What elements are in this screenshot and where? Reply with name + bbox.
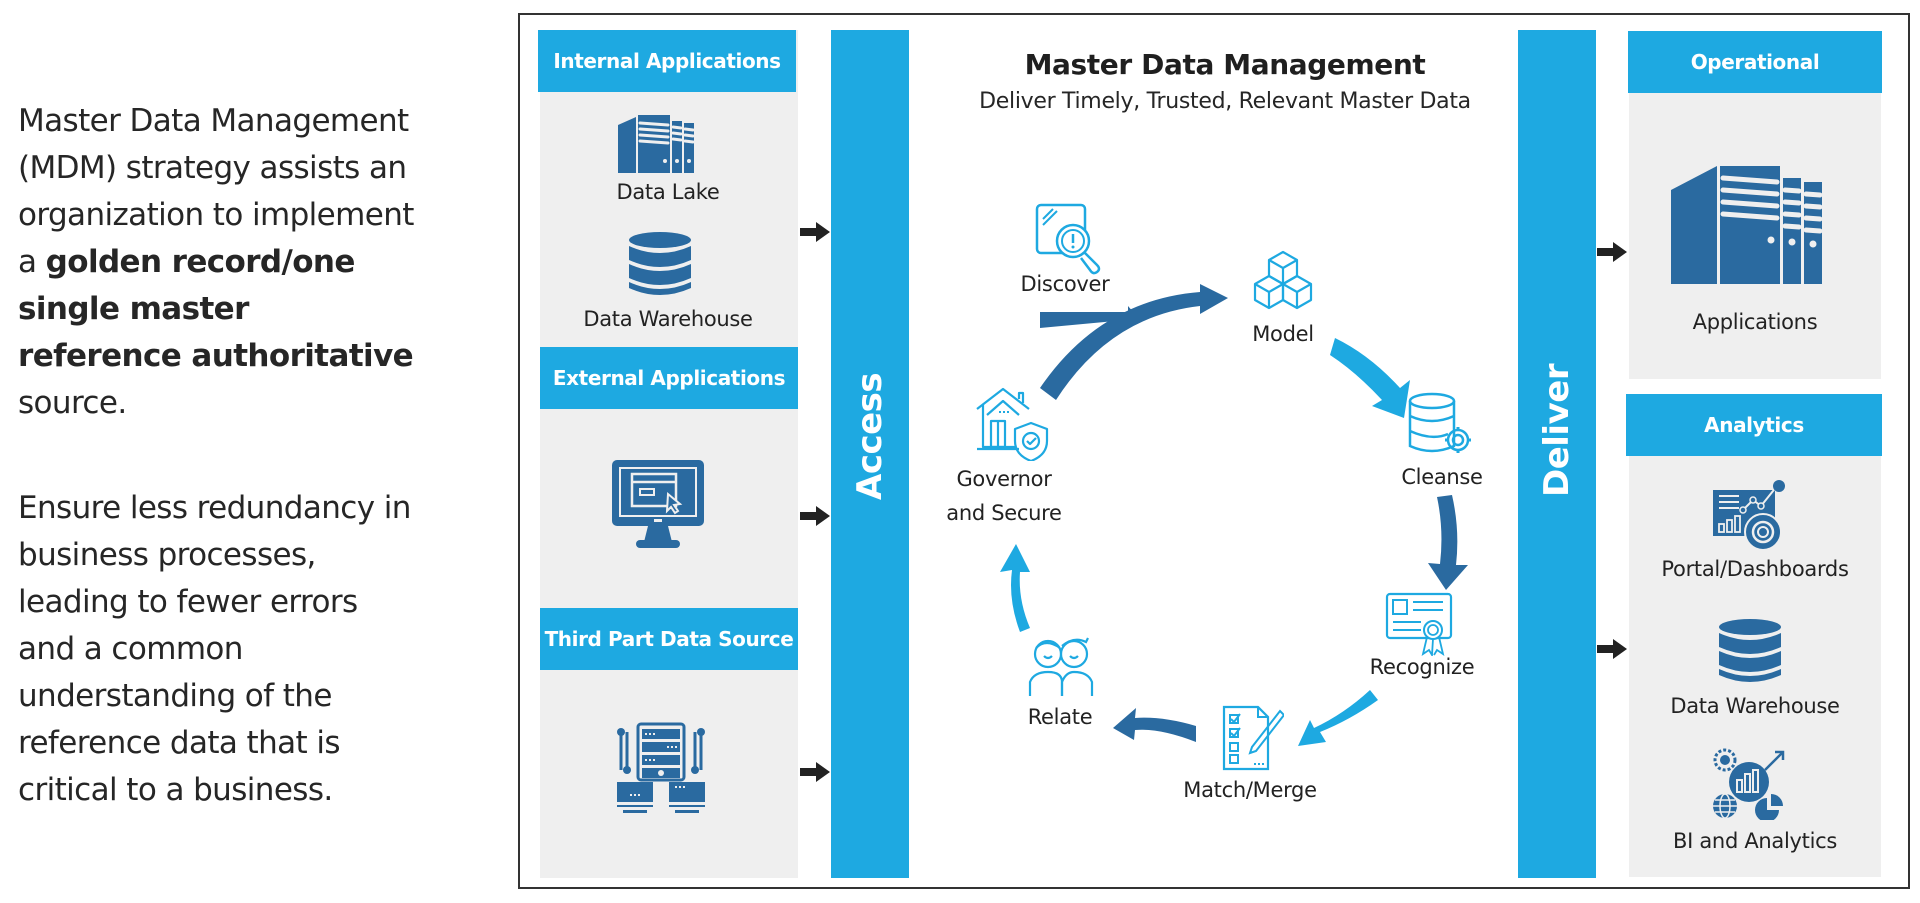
people-icon (1028, 636, 1096, 698)
bi-analytics-icon (1713, 748, 1789, 820)
arrow-recognize-to-match (1298, 690, 1378, 746)
cycle-label-relate: Relate (1027, 705, 1093, 729)
cycle-label-match-merge: Match/Merge (1183, 778, 1317, 802)
database-gear-icon (1408, 392, 1476, 458)
arrow-match-to-relate (1113, 708, 1196, 742)
deliver-label: Deliver (1537, 363, 1577, 497)
bi-analytics-label: BI and Analytics (1672, 829, 1838, 853)
cycle-label-recognize: Recognize (1369, 655, 1475, 679)
cycle-label-discover: Discover (1020, 272, 1110, 296)
operational-header: Operational (1628, 31, 1882, 93)
arrow-discover-to-model (1040, 284, 1228, 400)
database-icon (1718, 619, 1782, 683)
arrow-cleanse-to-recognize (1428, 495, 1468, 590)
cubes-icon (1247, 250, 1319, 316)
applications-label: Applications (1692, 310, 1818, 334)
cycle-label-governor-line1: Governor (956, 467, 1052, 491)
arrow-model-to-cleanse (1330, 338, 1410, 418)
house-shield-icon (975, 385, 1051, 461)
cycle-label-governor-line2: and Secure (946, 501, 1062, 525)
data-warehouse-output-label: Data Warehouse (1670, 694, 1840, 718)
cycle-label-model: Model (1252, 322, 1314, 346)
arrow-relate-to-governor (1000, 544, 1030, 632)
analytics-header: Analytics (1626, 394, 1882, 456)
checklist-pen-icon (1222, 705, 1284, 771)
dashboard-icon (1711, 480, 1787, 552)
arrow-right-icon (1597, 639, 1627, 659)
magnifier-alert-icon (1035, 203, 1107, 275)
certificate-icon (1385, 592, 1455, 656)
arrow-right-icon (1597, 242, 1627, 262)
cycle-label-cleanse: Cleanse (1401, 465, 1483, 489)
portal-dashboards-label: Portal/Dashboards (1661, 557, 1849, 581)
building-server-icon (1671, 166, 1831, 286)
